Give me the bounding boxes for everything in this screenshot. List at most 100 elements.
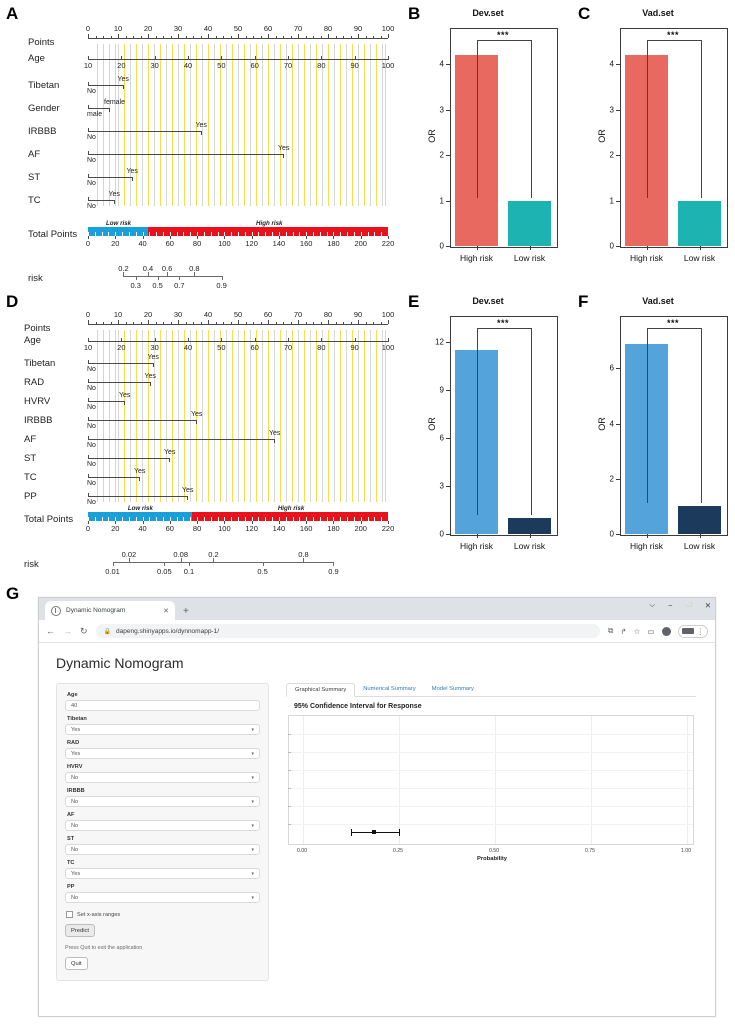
nomogram-total-points-tick-label: 60 (165, 524, 174, 533)
nomogram-predictor-label-low: No (87, 423, 96, 430)
confidence-interval-cap-low (351, 829, 352, 836)
browser-window: Dynamic Nomogram ✕ + ⌵ − ⬜ ✕ ← → ↻ 🔒 dap… (38, 597, 716, 1017)
nomogram-total-points-bartick (326, 517, 328, 521)
tab-graphical-summary[interactable]: Graphical Summary (286, 683, 356, 697)
nomogram-predictor-label-low: No (87, 88, 96, 95)
browser-tab[interactable]: Dynamic Nomogram ✕ (45, 601, 175, 620)
nomogram-predictor-label-low: No (87, 134, 96, 141)
nomogram-points-tick (238, 320, 239, 324)
bookmark-star-icon[interactable]: ☆ (634, 627, 641, 636)
nomogram-total-points-bartick (360, 517, 362, 521)
nomogram-guide-line (208, 44, 209, 206)
nomogram-guide-line (382, 330, 383, 502)
nomogram-total-points-tick (251, 236, 253, 239)
st-select[interactable]: No ▾ (65, 844, 260, 855)
close-window-icon[interactable]: ✕ (705, 601, 711, 610)
nomogram-total-points-bartick (224, 517, 226, 521)
reload-icon[interactable]: ↻ (80, 626, 88, 637)
maximize-icon[interactable]: ⬜ (685, 602, 691, 608)
nomogram-total-points-bartick (190, 232, 192, 236)
nomogram-guide-line (214, 44, 215, 206)
tab-numerical-summary[interactable]: Numerical Summary (355, 683, 424, 696)
tibetan-select[interactable]: Yes ▾ (65, 724, 260, 735)
nomogram-guide-line (214, 330, 215, 502)
nomogram-points-tick (290, 321, 292, 324)
nomogram-points-tick (380, 35, 382, 38)
back-icon[interactable]: ← (46, 626, 55, 636)
nomogram-points-tick (365, 35, 367, 38)
nomogram-points-tick (223, 35, 224, 38)
plot-x-axis-title: Probability (477, 856, 507, 862)
side-panel-icon[interactable]: ▭ (647, 627, 654, 636)
address-bar[interactable]: 🔒 dapeng.shinyapps.io/dynnomapp-1/ (95, 624, 601, 638)
nomogram-total-points-bartick (313, 232, 314, 236)
nomogram-total-points-tick (197, 236, 199, 239)
nomogram-total-points-bartick (190, 517, 192, 521)
avatar[interactable] (661, 626, 671, 636)
nomogram-predictor-label-low: No (87, 180, 96, 187)
extensions-icon[interactable]: ⧉ (608, 626, 613, 636)
quit-button[interactable]: Quit (65, 957, 88, 970)
nomogram-age-axis (88, 341, 388, 342)
hvrv-select[interactable]: No ▾ (65, 772, 260, 783)
nomogram-total-points-bartick (210, 517, 212, 521)
menu-kebab-icon[interactable]: ⋮ (697, 627, 705, 636)
nomogram-predictor-tick-high (187, 496, 188, 500)
nomogram-points-tick (170, 321, 172, 324)
af-select[interactable]: No ▾ (65, 820, 260, 831)
nomogram-points-tick (178, 320, 179, 324)
barplot-significance-bracket (476, 327, 532, 515)
barplot-y-tick (616, 155, 620, 157)
nomogram-risk-tick-label-lower: 0.05 (157, 567, 172, 576)
nomogram-age-tick-label: 60 (250, 343, 259, 352)
tab-model-summary[interactable]: Model Summary (424, 683, 482, 696)
new-tab-button[interactable]: + (183, 606, 189, 617)
nomogram-total-points-bartick (244, 232, 246, 236)
irbbb-select[interactable]: No ▾ (65, 796, 260, 807)
checkbox-icon[interactable] (66, 911, 73, 918)
nomogram-row-label-risk: risk (24, 559, 39, 570)
barplot-y-tick-label: 0 (609, 529, 614, 539)
nomogram-risk-tick-upper (167, 272, 169, 276)
nomogram-predictor-axis (88, 177, 132, 178)
tab-search-chevron-icon[interactable]: ⌵ (649, 600, 655, 610)
nomogram-guide-line (340, 44, 341, 206)
nomogram-guide-line (109, 44, 110, 206)
quit-hint-text: Press Quit to exit the application (65, 945, 143, 951)
minimize-icon[interactable]: − (668, 601, 672, 610)
rad-select[interactable]: Yes ▾ (65, 748, 260, 759)
nomogram-risk-tick-label-lower: 0.5 (257, 567, 268, 576)
age-input[interactable]: 40 (65, 700, 260, 711)
share-icon[interactable]: ↱ (620, 627, 626, 636)
barplot-bar (508, 200, 551, 246)
nomogram-age-tick-label: 90 (350, 343, 359, 352)
pp-select[interactable]: No ▾ (65, 892, 260, 903)
barplot-y-tick (616, 109, 620, 111)
nomogram-predictor-label-low: No (87, 499, 96, 506)
tc-select[interactable]: Yes ▾ (65, 868, 260, 879)
nomogram-row-label-af: AF (28, 149, 41, 160)
profile-pill[interactable]: ⋮ (677, 624, 708, 638)
nomogram-points-tick (313, 35, 314, 38)
address-bar-url: dapeng.shinyapps.io/dynnomapp-1/ (116, 627, 220, 635)
nomogram-total-points-bartick (238, 232, 239, 236)
barplot-y-tick (446, 341, 450, 343)
barplot-y-tick (446, 534, 450, 535)
nomogram-low-risk-label: Low risk (127, 504, 153, 512)
nomogram-total-points-bartick (319, 232, 321, 236)
checkbox-label: Set x-axis ranges (77, 911, 121, 918)
nomogram-predictor-label-low: male (87, 111, 103, 118)
nomogram-guide-line (232, 44, 233, 206)
nomogram-points-tick (103, 35, 104, 38)
nomogram-age-tick-label: 20 (117, 61, 126, 70)
nomogram-age-tick (288, 56, 289, 60)
close-tab-icon[interactable]: ✕ (163, 607, 169, 615)
confidence-interval-plot (288, 715, 694, 845)
predict-button[interactable]: Predict (65, 924, 96, 937)
nomogram-guide-line (370, 44, 371, 206)
nomogram-risk-tick-label-lower: 0.9 (328, 567, 339, 576)
nomogram-guide-line (262, 330, 263, 502)
set-x-axis-ranges-checkbox-row[interactable]: Set x-axis ranges (66, 911, 260, 918)
nomogram-predictor-label-high: Yes (182, 487, 194, 494)
nomogram-total-points-bartick (319, 517, 321, 521)
